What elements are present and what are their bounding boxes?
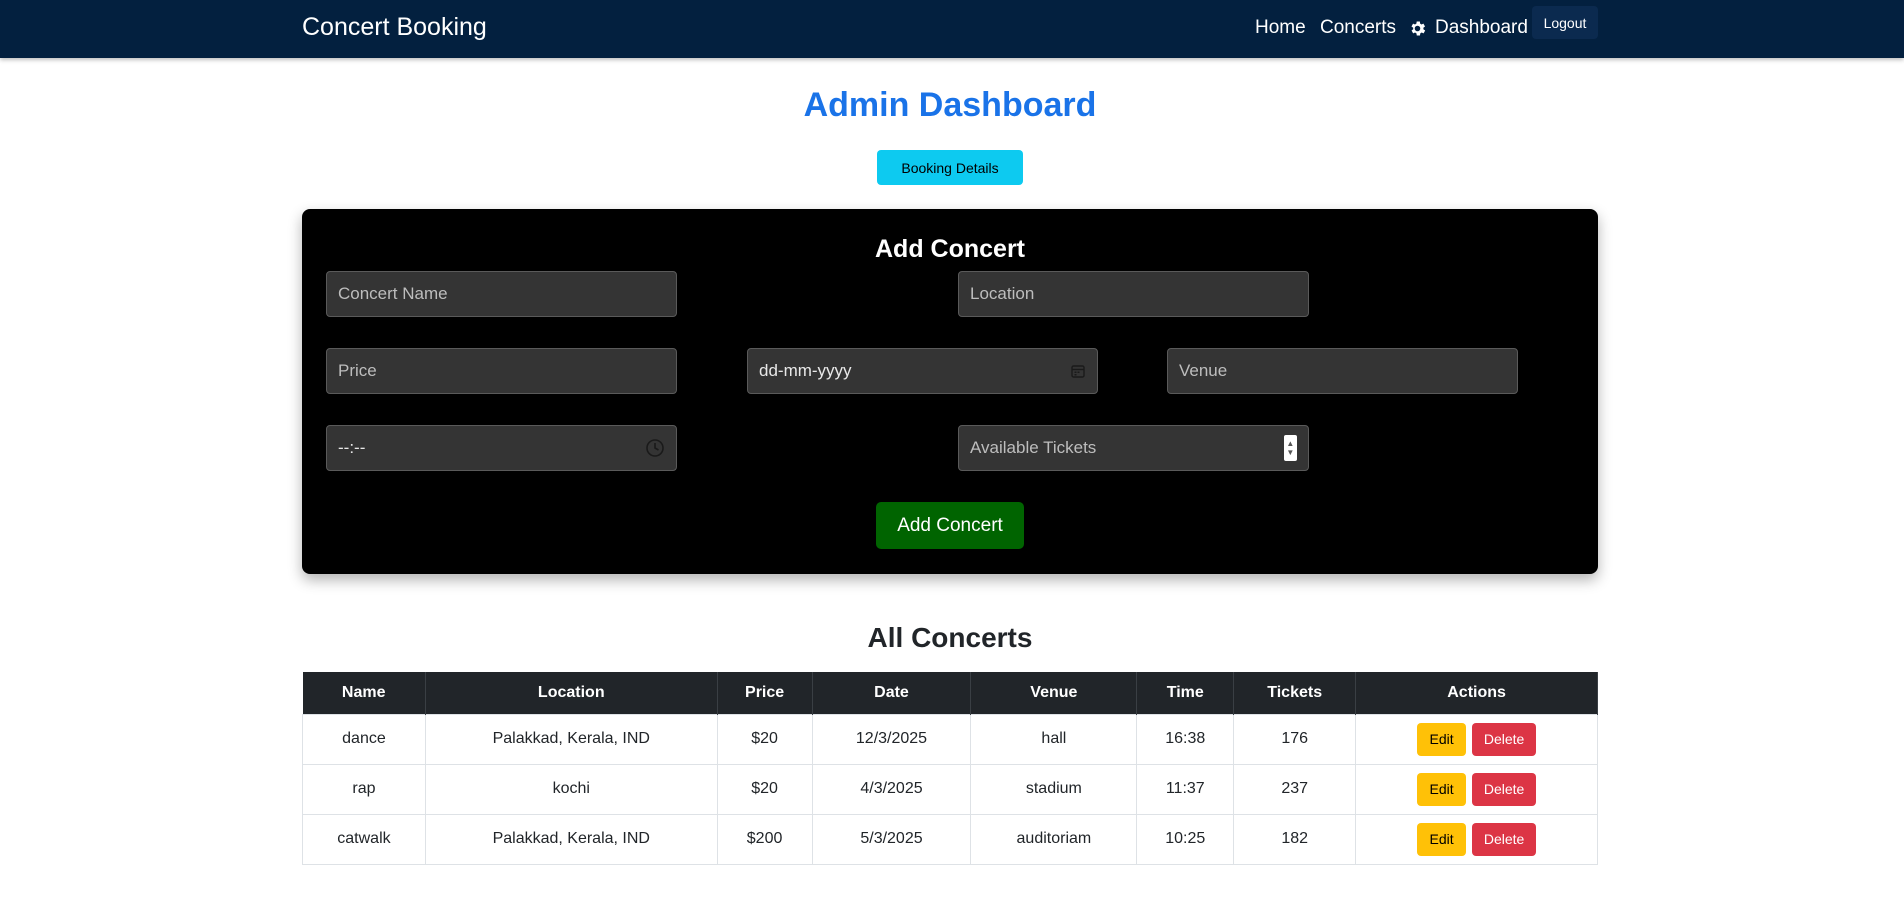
cell-location: Palakkad, Kerala, IND: [424, 713, 718, 765]
all-concerts-title: All Concerts: [867, 622, 1033, 653]
column-header: Actions: [1355, 672, 1598, 714]
cell-date: 4/3/2025: [811, 763, 972, 815]
cell-date: 12/3/2025: [811, 713, 972, 765]
edit-button[interactable]: Edit: [1417, 772, 1467, 806]
venue-input[interactable]: [1179, 361, 1506, 381]
cell-price: $20: [716, 763, 813, 815]
cell-venue: stadium: [970, 763, 1138, 815]
form-title: Add Concert: [875, 235, 1025, 263]
concert-name-field[interactable]: [326, 271, 677, 317]
add-concert-button[interactable]: Add Concert: [876, 502, 1024, 549]
cell-venue: hall: [970, 713, 1138, 765]
table-row: rap kochi $20 4/3/2025 stadium 11:37 237…: [302, 763, 1598, 815]
delete-button[interactable]: Delete: [1472, 772, 1537, 806]
delete-button[interactable]: Delete: [1472, 722, 1537, 756]
column-header: Location: [425, 672, 718, 714]
cell-actions: Edit Delete: [1355, 813, 1598, 865]
table-row: catwalk Palakkad, Kerala, IND $200 5/3/2…: [302, 813, 1598, 865]
calendar-icon[interactable]: [1070, 363, 1086, 379]
cell-tickets: 176: [1233, 713, 1357, 765]
table-header-row: Name Location Price Date Venue Time Tick…: [302, 672, 1598, 714]
concert-name-input[interactable]: [338, 284, 665, 304]
cell-name: catwalk: [302, 813, 426, 865]
cell-location: kochi: [424, 763, 718, 815]
cell-location: Palakkad, Kerala, IND: [424, 813, 718, 865]
column-header: Name: [302, 672, 426, 714]
column-header: Date: [812, 672, 972, 714]
date-field[interactable]: dd-mm-yyyy: [747, 348, 1098, 394]
date-input[interactable]: dd-mm-yyyy: [759, 361, 852, 381]
logout-button[interactable]: Logout: [1532, 6, 1598, 39]
column-header: Tickets: [1233, 672, 1357, 714]
column-header: Price: [717, 672, 813, 714]
column-header: Time: [1136, 672, 1235, 714]
cell-venue: auditoriam: [970, 813, 1138, 865]
cell-price: $200: [716, 813, 813, 865]
cell-actions: Edit Delete: [1355, 763, 1598, 815]
venue-field[interactable]: [1167, 348, 1518, 394]
page-title: Admin Dashboard: [803, 86, 1097, 124]
nav-link-dashboard[interactable]: Dashboard: [1408, 17, 1528, 39]
cell-price: $20: [716, 713, 813, 765]
spinner-icon[interactable]: ▲ ▼: [1283, 435, 1297, 461]
cell-time: 16:38: [1136, 713, 1235, 765]
location-field[interactable]: [958, 271, 1309, 317]
edit-button[interactable]: Edit: [1417, 822, 1467, 856]
cell-actions: Edit Delete: [1355, 713, 1598, 765]
nav-dashboard-label: Dashboard: [1435, 17, 1528, 38]
price-input[interactable]: [338, 361, 665, 381]
navbar: Concert Booking Home Concerts Dashboard …: [0, 0, 1904, 58]
nav-link-home[interactable]: Home: [1255, 17, 1306, 39]
time-input[interactable]: --:--: [338, 438, 365, 458]
edit-button[interactable]: Edit: [1417, 722, 1467, 756]
gear-icon: [1411, 21, 1426, 35]
cell-name: rap: [302, 763, 426, 815]
cell-name: dance: [302, 713, 426, 765]
cell-date: 5/3/2025: [811, 813, 972, 865]
tickets-field[interactable]: ▲▼: [958, 425, 1309, 471]
table-row: dance Palakkad, Kerala, IND $20 12/3/202…: [302, 713, 1598, 765]
booking-details-button[interactable]: Booking Details: [877, 150, 1023, 185]
clock-icon[interactable]: [645, 438, 665, 458]
available-tickets-input[interactable]: [970, 438, 1284, 458]
brand-title[interactable]: Concert Booking: [302, 13, 487, 42]
cell-tickets: 237: [1233, 763, 1357, 815]
price-field[interactable]: [326, 348, 677, 394]
time-field[interactable]: --:--: [326, 425, 677, 471]
column-header: Venue: [970, 672, 1138, 714]
cell-time: 10:25: [1136, 813, 1235, 865]
cell-time: 11:37: [1136, 763, 1235, 815]
delete-button[interactable]: Delete: [1472, 822, 1537, 856]
cell-tickets: 182: [1233, 813, 1357, 865]
nav-link-concerts[interactable]: Concerts: [1320, 17, 1396, 39]
concerts-table: Name Location Price Date Venue Time Tick…: [302, 672, 1598, 865]
location-input[interactable]: [970, 284, 1297, 304]
add-concert-panel: Add Concert dd-mm-yyyy --:-- ▲▼ Add: [302, 209, 1598, 574]
